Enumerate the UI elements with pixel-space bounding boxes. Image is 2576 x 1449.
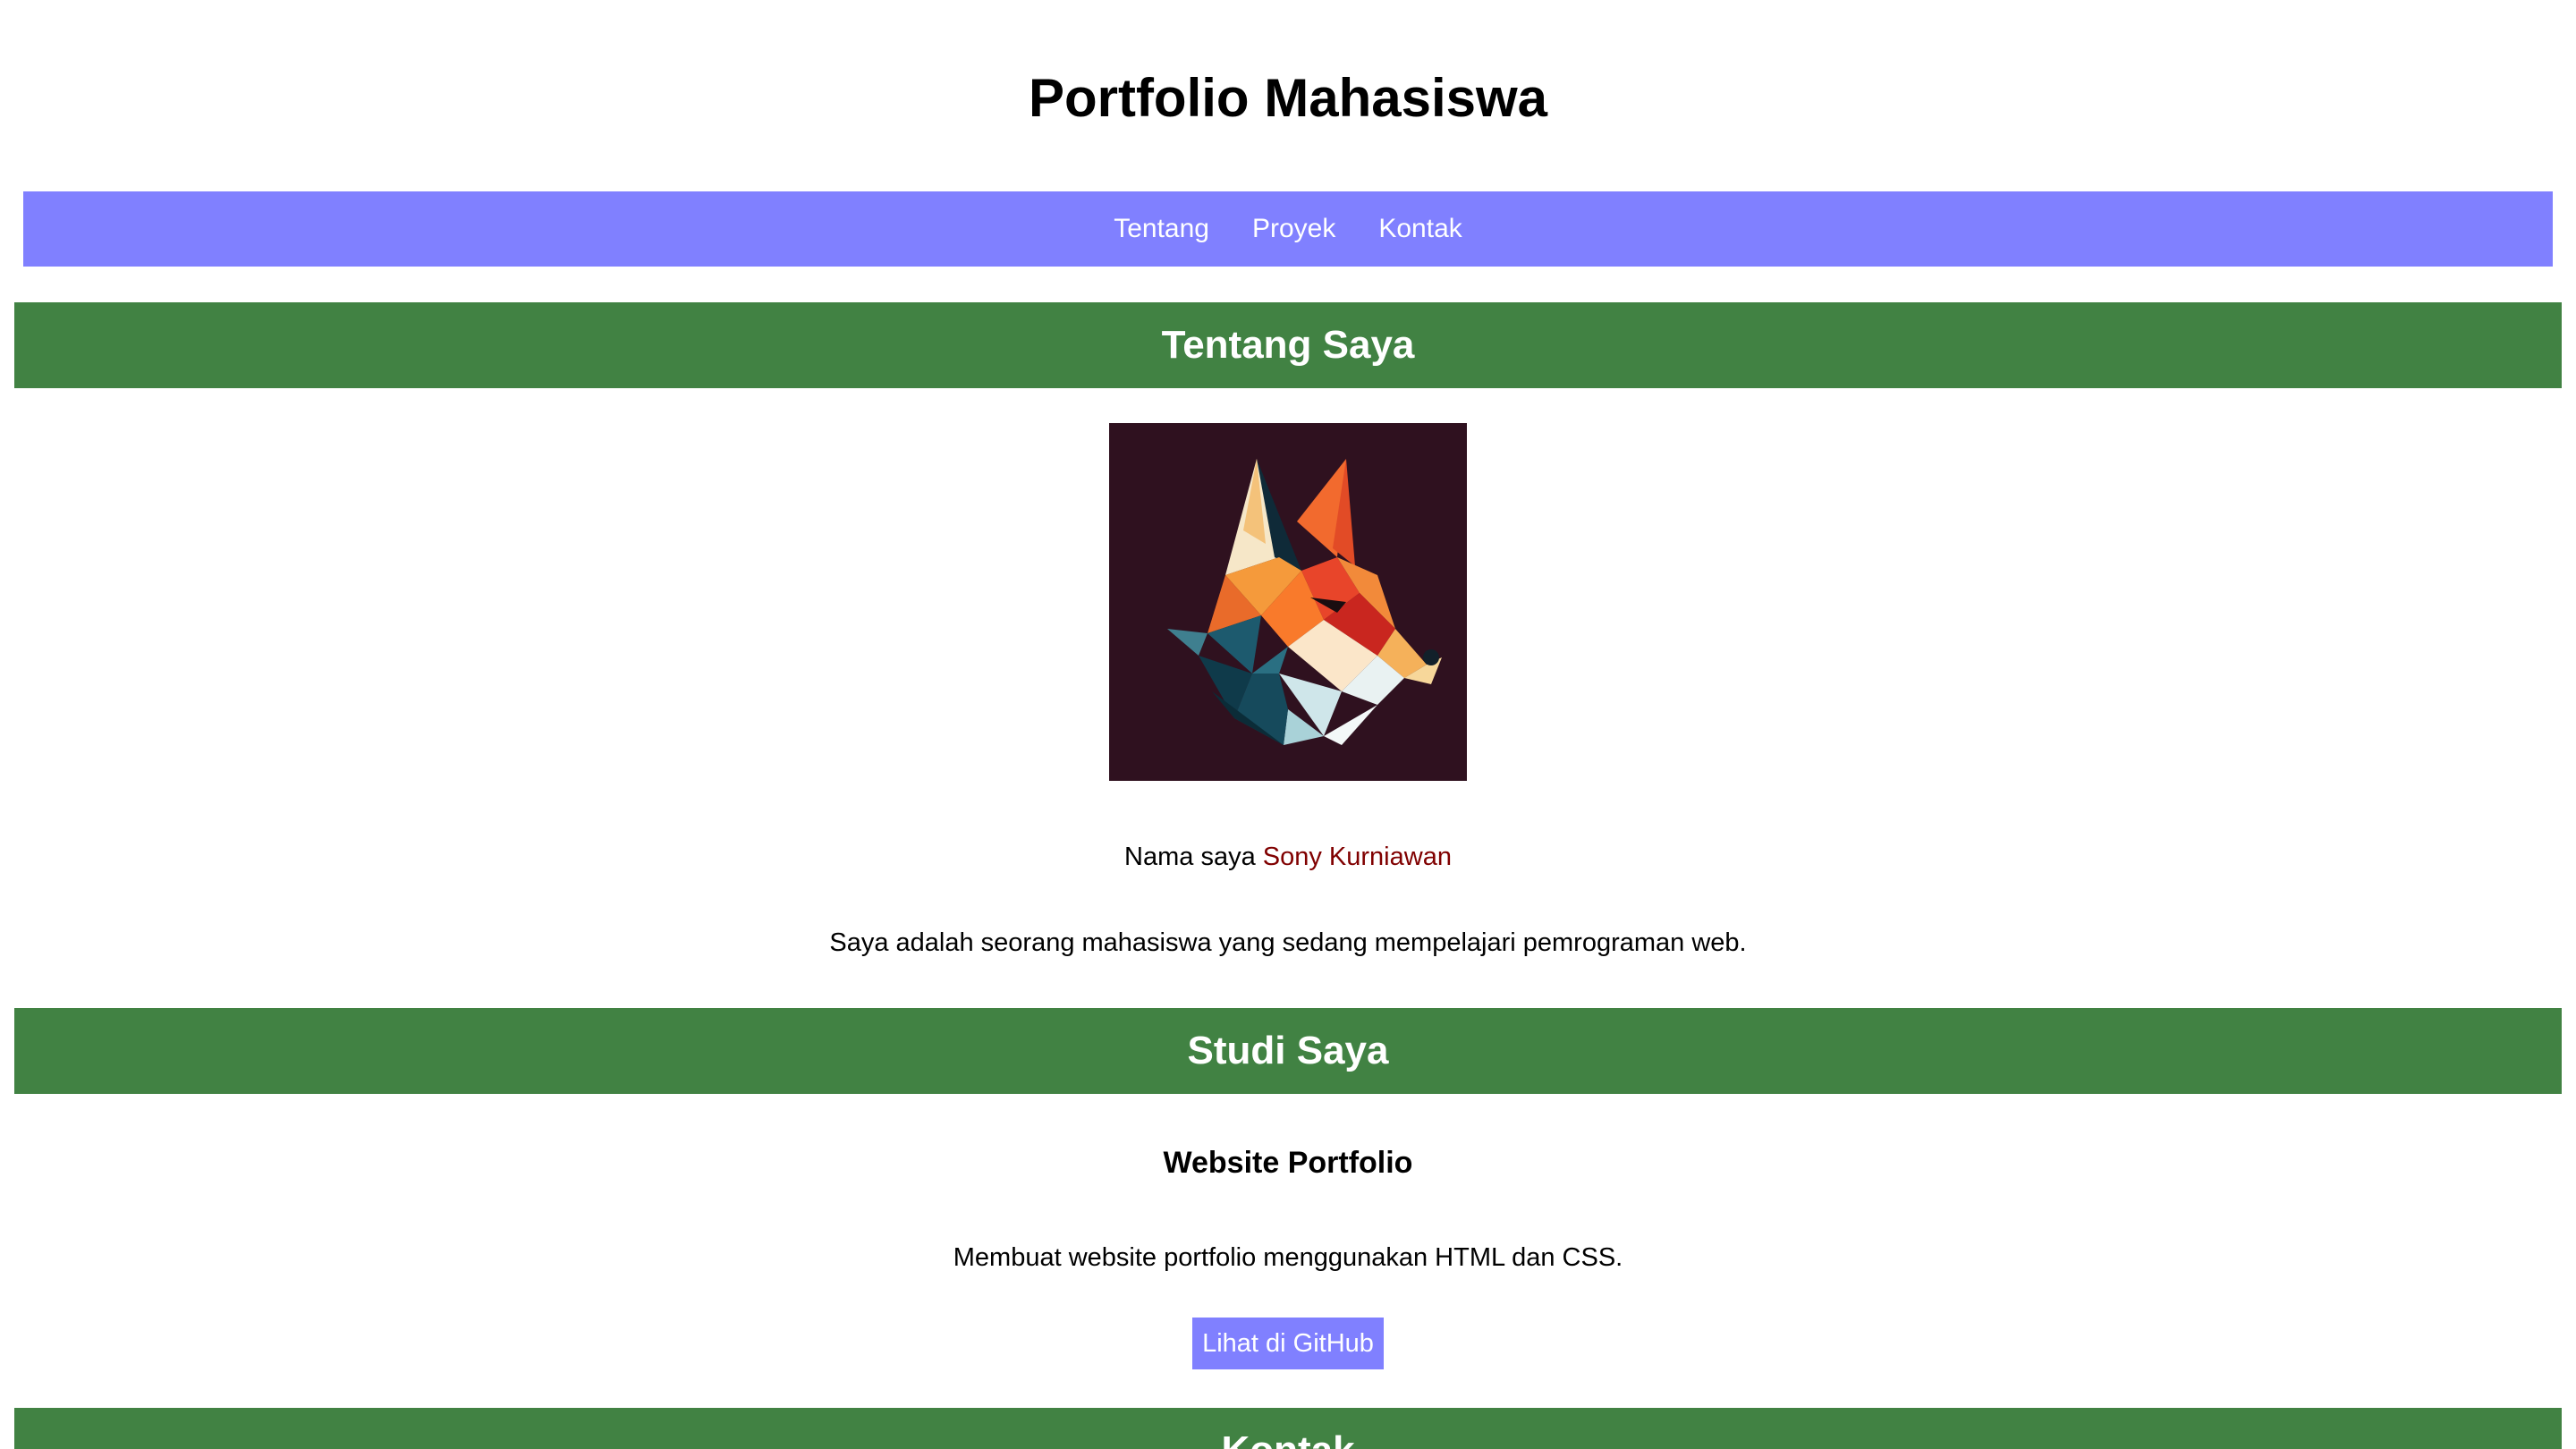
nav-link-kontak[interactable]: Kontak — [1378, 214, 1462, 244]
section-heading-contact: Kontak — [14, 1408, 2562, 1449]
about-description: Saya adalah seorang mahasiswa yang sedan… — [829, 928, 1747, 957]
project-description: Membuat website portfolio menggunakan HT… — [953, 1243, 1623, 1272]
name-prefix: Nama saya — [1124, 843, 1256, 871]
fox-illustration — [1109, 423, 1467, 781]
navbar: Tentang Proyek Kontak — [23, 191, 2553, 267]
project-title: Website Portfolio — [1163, 1146, 1413, 1180]
profile-image — [1109, 423, 1467, 781]
student-name: Sony Kurniawan — [1262, 843, 1452, 871]
name-line: Nama saya Sony Kurniawan — [0, 839, 2576, 875]
nav-link-proyek[interactable]: Proyek — [1252, 214, 1335, 244]
page-title: Portfolio Mahasiswa — [1028, 68, 1548, 128]
section-heading-studies: Studi Saya — [14, 1008, 2562, 1094]
page: Portfolio Mahasiswa Tentang Proyek Konta… — [0, 0, 2576, 1449]
section-heading-about: Tentang Saya — [14, 302, 2562, 388]
nav-link-tentang[interactable]: Tentang — [1114, 214, 1209, 244]
github-button[interactable]: Lihat di GitHub — [1192, 1318, 1384, 1369]
